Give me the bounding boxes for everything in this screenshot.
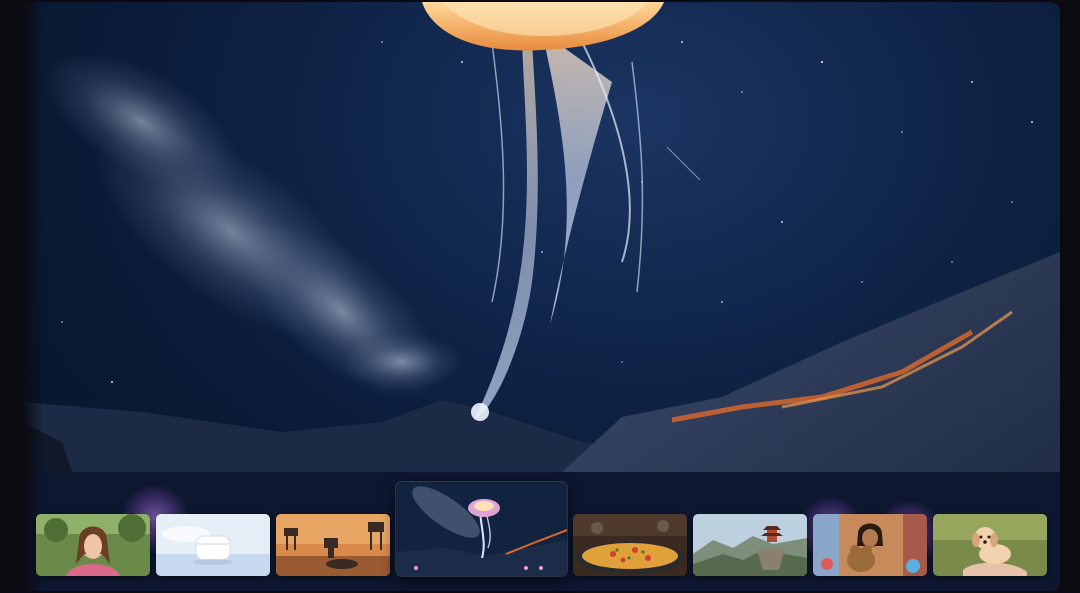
thumbnail-carousel: [36, 482, 1048, 578]
thumbnail-paella[interactable]: [573, 514, 687, 576]
mountain-pagoda-image: [693, 514, 807, 576]
thumbnail-woman-selfie[interactable]: [36, 514, 150, 576]
woman-selfie-image: [36, 514, 150, 576]
thumbnail-robots-desert[interactable]: [276, 514, 390, 576]
thumbnail-girl-toys[interactable]: [813, 514, 927, 576]
paella-image: [573, 514, 687, 576]
thumbnail-earbuds[interactable]: [156, 514, 270, 576]
earbuds-image: [156, 514, 270, 576]
thumbnail-jellyfish-active[interactable]: [396, 482, 567, 576]
thumbnail-mountain-pagoda[interactable]: [693, 514, 807, 576]
jellyfish-thumbnail-image: [396, 482, 567, 576]
robots-desert-image: [276, 514, 390, 576]
girl-toys-image: [813, 514, 927, 576]
puppy-image: [933, 514, 1047, 576]
thumbnail-puppy[interactable]: [933, 514, 1047, 576]
